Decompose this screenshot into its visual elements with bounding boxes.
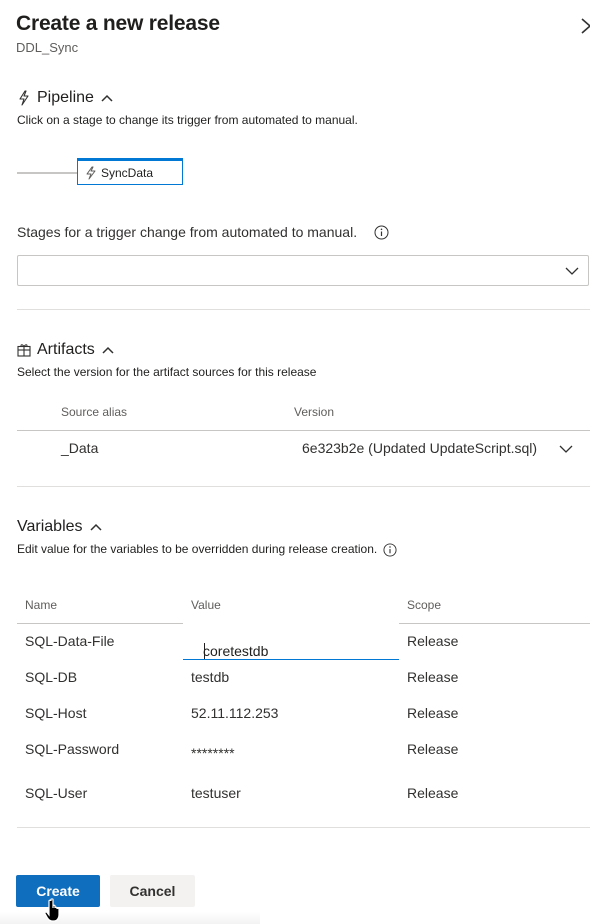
variable-scope: Release	[407, 633, 459, 649]
column-header-name: Name	[25, 598, 58, 612]
info-icon[interactable]	[374, 225, 389, 240]
close-icon[interactable]	[580, 16, 590, 36]
footer-shadow	[0, 912, 260, 924]
variable-scope: Release	[407, 785, 459, 801]
column-header-source-alias: Source alias	[61, 405, 128, 419]
cancel-button[interactable]: Cancel	[110, 875, 195, 907]
variable-name: SQL-Host	[25, 705, 87, 721]
variable-value[interactable]: ********	[191, 745, 235, 761]
column-header-value: Value	[191, 598, 221, 612]
column-header-version: Version	[294, 405, 335, 419]
section-divider	[17, 486, 590, 487]
variable-value[interactable]: testuser	[191, 785, 241, 801]
section-divider	[17, 309, 590, 310]
info-icon[interactable]	[383, 543, 397, 557]
panel-title: Create a new release	[16, 12, 220, 35]
pipeline-connector	[17, 172, 77, 174]
column-header-scope: Scope	[407, 598, 442, 612]
variable-value[interactable]: testdb	[191, 669, 229, 685]
trigger-field-label: Stages for a trigger change from automat…	[17, 224, 358, 240]
pipeline-description: Click on a stage to change its trigger f…	[17, 113, 358, 127]
artifacts-description: Select the version for the artifact sour…	[17, 365, 317, 379]
table-header-divider	[17, 430, 590, 431]
pipeline-section-header[interactable]: Pipeline	[17, 89, 114, 107]
variables-section-header[interactable]: Variables	[17, 518, 103, 536]
chevron-up-icon[interactable]	[89, 520, 103, 534]
variable-name: SQL-Password	[25, 741, 120, 757]
package-icon	[17, 344, 31, 357]
chevron-down-icon	[559, 445, 573, 453]
variable-scope: Release	[407, 741, 459, 757]
section-divider	[17, 827, 590, 828]
lightning-icon	[19, 90, 29, 106]
trigger-stages-dropdown[interactable]	[17, 255, 589, 286]
stage-name: SyncData	[101, 165, 154, 180]
stage-syncdata[interactable]: SyncData	[77, 158, 183, 185]
hand-cursor-icon	[44, 898, 60, 922]
variables-heading: Variables	[17, 518, 83, 535]
pipeline-heading: Pipeline	[37, 89, 94, 106]
artifacts-heading: Artifacts	[37, 341, 95, 358]
variable-scope: Release	[407, 669, 459, 685]
variable-value-input[interactable]: coretestdb	[183, 623, 399, 660]
chevron-up-icon[interactable]	[100, 91, 114, 105]
variables-description: Edit value for the variables to be overr…	[17, 542, 378, 556]
variable-name: SQL-DB	[25, 669, 78, 685]
artifact-version-value: 6e323b2e (Updated UpdateScript.sql)	[302, 440, 538, 456]
variable-scope: Release	[407, 705, 459, 721]
chevron-up-icon[interactable]	[101, 343, 115, 357]
chevron-down-icon	[565, 267, 579, 275]
variable-value[interactable]: 52.11.112.253	[191, 705, 278, 721]
variable-name: SQL-Data-File	[25, 633, 115, 649]
artifacts-section-header[interactable]: Artifacts	[17, 341, 115, 359]
lightning-icon	[86, 166, 96, 179]
artifact-source-alias: _Data	[61, 440, 99, 456]
text-caret	[204, 643, 205, 659]
artifact-version-dropdown[interactable]: 6e323b2e (Updated UpdateScript.sql)	[294, 432, 584, 464]
variable-name: SQL-User	[25, 785, 88, 801]
panel-subtitle: DDL_Sync	[16, 40, 79, 55]
